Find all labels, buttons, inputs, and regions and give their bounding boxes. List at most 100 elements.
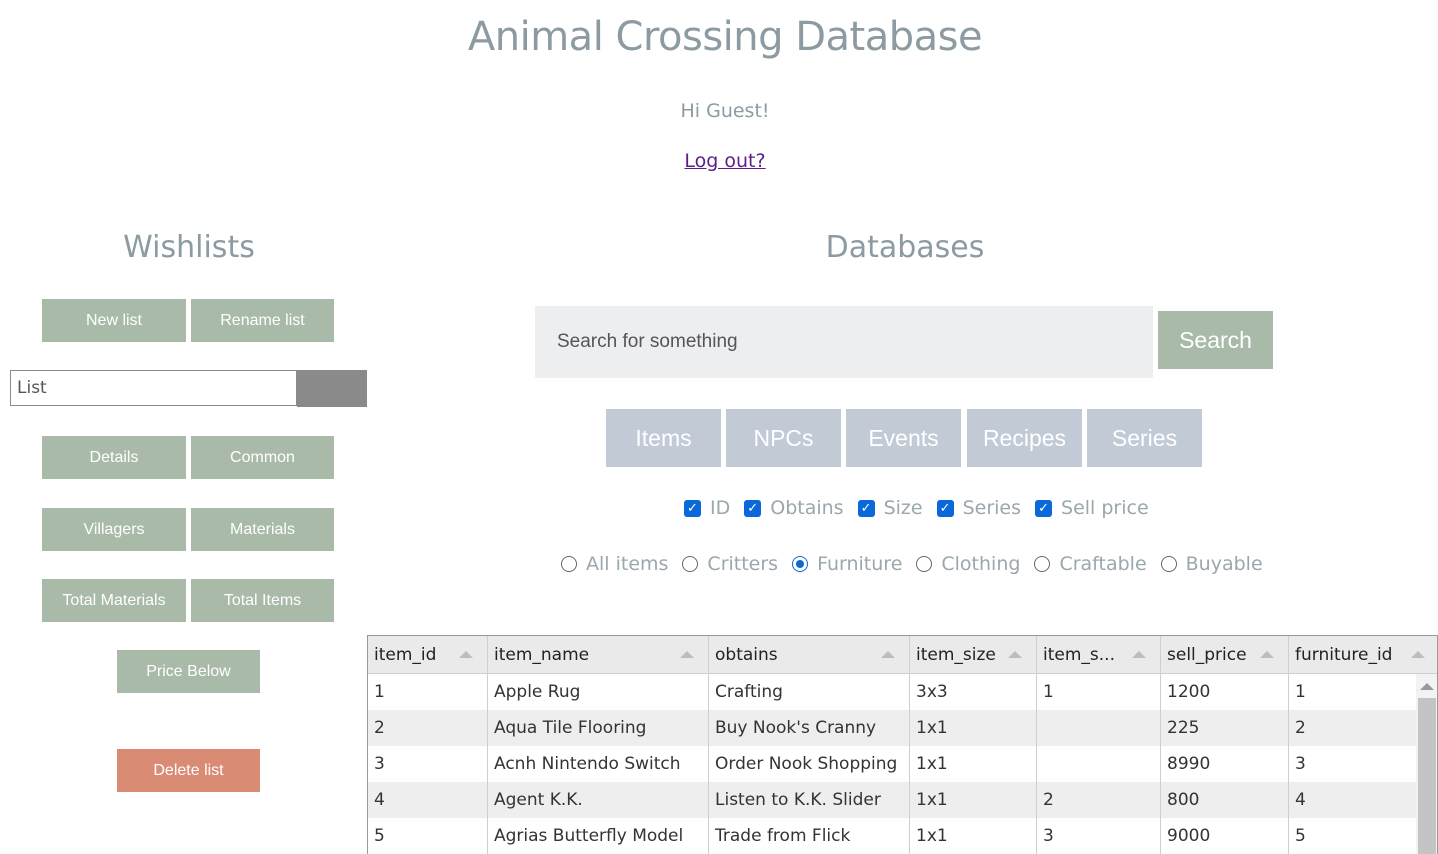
tab-recipes[interactable]: Recipes: [967, 409, 1082, 467]
sort-arrow-icon: [680, 651, 694, 658]
radio-buyable-circle[interactable]: [1160, 556, 1177, 572]
column-header-label: furniture_id: [1295, 645, 1393, 665]
radio-all-items-circle[interactable]: [561, 556, 577, 572]
details-button[interactable]: Details: [42, 436, 186, 479]
tab-events[interactable]: Events: [846, 409, 961, 467]
checkbox-sell-price-label: Sell price: [1061, 497, 1149, 519]
cell-obtains: Trade from Flick: [709, 818, 910, 854]
cell-sell-price: 9000: [1161, 818, 1289, 854]
tab-items[interactable]: Items: [606, 409, 721, 467]
checkbox-series-box[interactable]: ✓: [936, 499, 954, 517]
tab-npcs[interactable]: NPCs: [726, 409, 841, 467]
cell-sell-price: 225: [1161, 710, 1289, 746]
sort-arrow-icon: [1411, 651, 1425, 658]
column-header-item-size[interactable]: item_size: [910, 636, 1037, 674]
radio-critters[interactable]: Critters: [682, 553, 778, 575]
sort-arrow-icon: [459, 651, 473, 658]
radio-critters-label: Critters: [707, 553, 779, 575]
cell-furniture-id: 1: [1295, 682, 1306, 702]
cell-sell-price: 1200: [1161, 674, 1289, 710]
scroll-up-arrow-icon[interactable]: [1420, 683, 1434, 690]
cell-furniture-id: 3: [1295, 754, 1306, 774]
logout-container: Log out?: [0, 150, 1438, 172]
cell-obtains: Order Nook Shopping: [709, 746, 910, 782]
tab-series[interactable]: Series: [1087, 409, 1202, 467]
radio-critters-circle[interactable]: [682, 556, 699, 572]
checkbox-obtains-box[interactable]: ✓: [744, 499, 762, 517]
cell-item-size: 1x1: [910, 710, 1037, 746]
checkbox-id-label: ID: [710, 497, 731, 519]
column-header-item-name[interactable]: item_name: [488, 636, 709, 674]
search-input[interactable]: Search for something: [535, 306, 1153, 378]
radio-furniture[interactable]: Furniture: [792, 553, 902, 575]
cell-item-size: 1x1: [910, 746, 1037, 782]
radio-craftable-label: Craftable: [1059, 553, 1147, 575]
checkbox-series[interactable]: ✓ Series: [936, 497, 1022, 519]
radio-clothing-label: Clothing: [941, 553, 1021, 575]
checkbox-sell-price[interactable]: ✓ Sell price: [1035, 497, 1149, 519]
cell-item-size: 1x1: [910, 782, 1037, 818]
column-header-label: sell_price: [1167, 645, 1247, 665]
wishlists-heading: Wishlists: [123, 230, 255, 265]
radio-buyable[interactable]: Buyable: [1160, 553, 1263, 575]
cell-item-name: Apple Rug: [488, 674, 709, 710]
checkbox-sell-price-box[interactable]: ✓: [1035, 499, 1053, 517]
checkbox-obtains[interactable]: ✓ Obtains: [744, 497, 844, 519]
radio-craftable[interactable]: Craftable: [1034, 553, 1147, 575]
column-header-item-series[interactable]: item_s...: [1037, 636, 1161, 674]
cell-item-id: 4: [368, 782, 488, 818]
common-button[interactable]: Common: [191, 436, 334, 479]
checkbox-id-box[interactable]: ✓: [684, 499, 701, 517]
price-below-button[interactable]: Price Below: [117, 650, 260, 693]
cell-item-name: Aqua Tile Flooring: [488, 710, 709, 746]
table-row[interactable]: 3 Acnh Nintendo Switch Order Nook Shoppi…: [368, 746, 1416, 782]
scrollbar-thumb[interactable]: [1418, 698, 1436, 854]
column-header-obtains[interactable]: obtains: [709, 636, 910, 674]
cell-item-size: 3x3: [910, 674, 1037, 710]
cell-furniture-id: 4: [1295, 790, 1306, 810]
checkbox-size-box[interactable]: ✓: [857, 499, 875, 517]
cell-item-id: 2: [368, 710, 488, 746]
list-select[interactable]: List: [10, 370, 297, 406]
table-row[interactable]: 1 Apple Rug Crafting 3x3 1 1200 1: [368, 674, 1416, 710]
category-filter-row: All items Critters Furniture Clothing Cr…: [0, 553, 1438, 575]
cell-item-name: Agrias Butterfly Model: [488, 818, 709, 854]
table-header: item_id item_name obtains item_size item…: [368, 636, 1437, 674]
total-materials-button[interactable]: Total Materials: [42, 579, 186, 622]
column-header-item-id[interactable]: item_id: [368, 636, 488, 674]
new-list-button[interactable]: New list: [42, 299, 186, 342]
list-dropdown-button[interactable]: [297, 370, 367, 407]
cell-item-series: 2: [1037, 782, 1161, 818]
search-placeholder: Search for something: [557, 331, 738, 352]
cell-item-series: 3: [1037, 818, 1161, 854]
search-button[interactable]: Search: [1158, 311, 1273, 369]
sort-arrow-icon: [881, 651, 895, 658]
cell-obtains: Crafting: [709, 674, 910, 710]
radio-craftable-circle[interactable]: [1034, 556, 1051, 572]
checkbox-series-label: Series: [962, 497, 1022, 519]
cell-item-id: 3: [368, 746, 488, 782]
table-row[interactable]: 2 Aqua Tile Flooring Buy Nook's Cranny 1…: [368, 710, 1416, 746]
table-row[interactable]: 5 Agrias Butterfly Model Trade from Flic…: [368, 818, 1416, 854]
delete-list-button[interactable]: Delete list: [117, 749, 260, 792]
radio-furniture-label: Furniture: [817, 553, 903, 575]
checkbox-obtains-label: Obtains: [770, 497, 844, 519]
checkbox-size[interactable]: ✓ Size: [857, 497, 923, 519]
radio-clothing-circle[interactable]: [916, 556, 933, 572]
column-header-label: item_s...: [1043, 645, 1115, 665]
radio-buyable-label: Buyable: [1185, 553, 1263, 575]
radio-furniture-circle[interactable]: [792, 556, 809, 572]
column-header-furniture-id[interactable]: furniture_id: [1289, 636, 1437, 674]
radio-all-items[interactable]: All items: [561, 553, 668, 575]
total-items-button[interactable]: Total Items: [191, 579, 334, 622]
checkbox-id[interactable]: ✓ ID: [684, 497, 730, 519]
list-select-value: List: [17, 378, 47, 398]
rename-list-button[interactable]: Rename list: [191, 299, 334, 342]
radio-clothing[interactable]: Clothing: [916, 553, 1020, 575]
column-header-sell-price[interactable]: sell_price: [1161, 636, 1289, 674]
table-row[interactable]: 4 Agent K.K. Listen to K.K. Slider 1x1 2…: [368, 782, 1416, 818]
logout-link[interactable]: Log out?: [684, 150, 765, 172]
checkbox-size-label: Size: [883, 497, 923, 519]
cell-sell-price: 800: [1161, 782, 1289, 818]
cell-item-series: [1037, 746, 1161, 782]
